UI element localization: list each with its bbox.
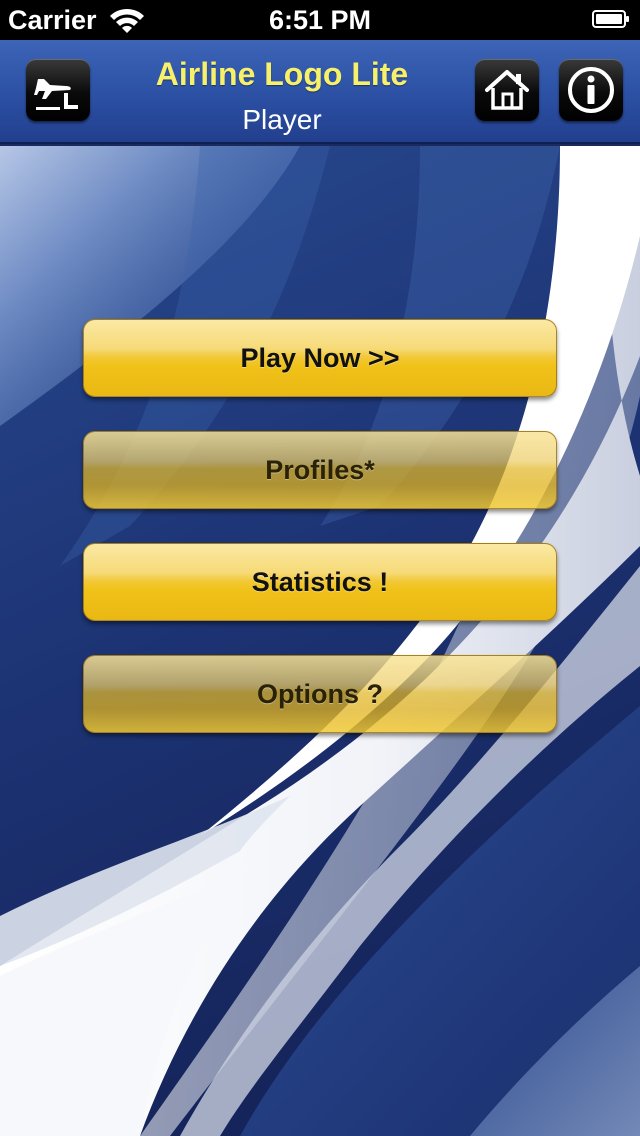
statistics-button[interactable]: Statistics ! xyxy=(83,543,557,621)
statistics-label: Statistics ! xyxy=(251,566,389,597)
play-now-label: Play Now >> xyxy=(240,342,400,373)
play-now-button[interactable]: Play Now >> xyxy=(83,319,557,397)
home-icon xyxy=(485,70,529,110)
app-screen: Carrier 6:51 PM Airline Logo Lite Player xyxy=(0,0,640,1136)
options-button[interactable]: Options ? xyxy=(83,655,557,733)
battery-icon xyxy=(592,10,629,28)
info-button[interactable] xyxy=(559,59,623,121)
status-bar: Carrier 6:51 PM xyxy=(0,0,640,40)
info-icon xyxy=(568,67,614,113)
background-swoosh xyxy=(0,146,640,1136)
profiles-label: Profiles* xyxy=(265,454,375,485)
profiles-button[interactable]: Profiles* xyxy=(83,431,557,509)
status-time: 6:51 PM xyxy=(268,5,372,35)
nav-bar: Airline Logo Lite Player xyxy=(0,40,640,144)
home-button[interactable] xyxy=(475,59,539,121)
options-label: Options ? xyxy=(257,678,383,709)
